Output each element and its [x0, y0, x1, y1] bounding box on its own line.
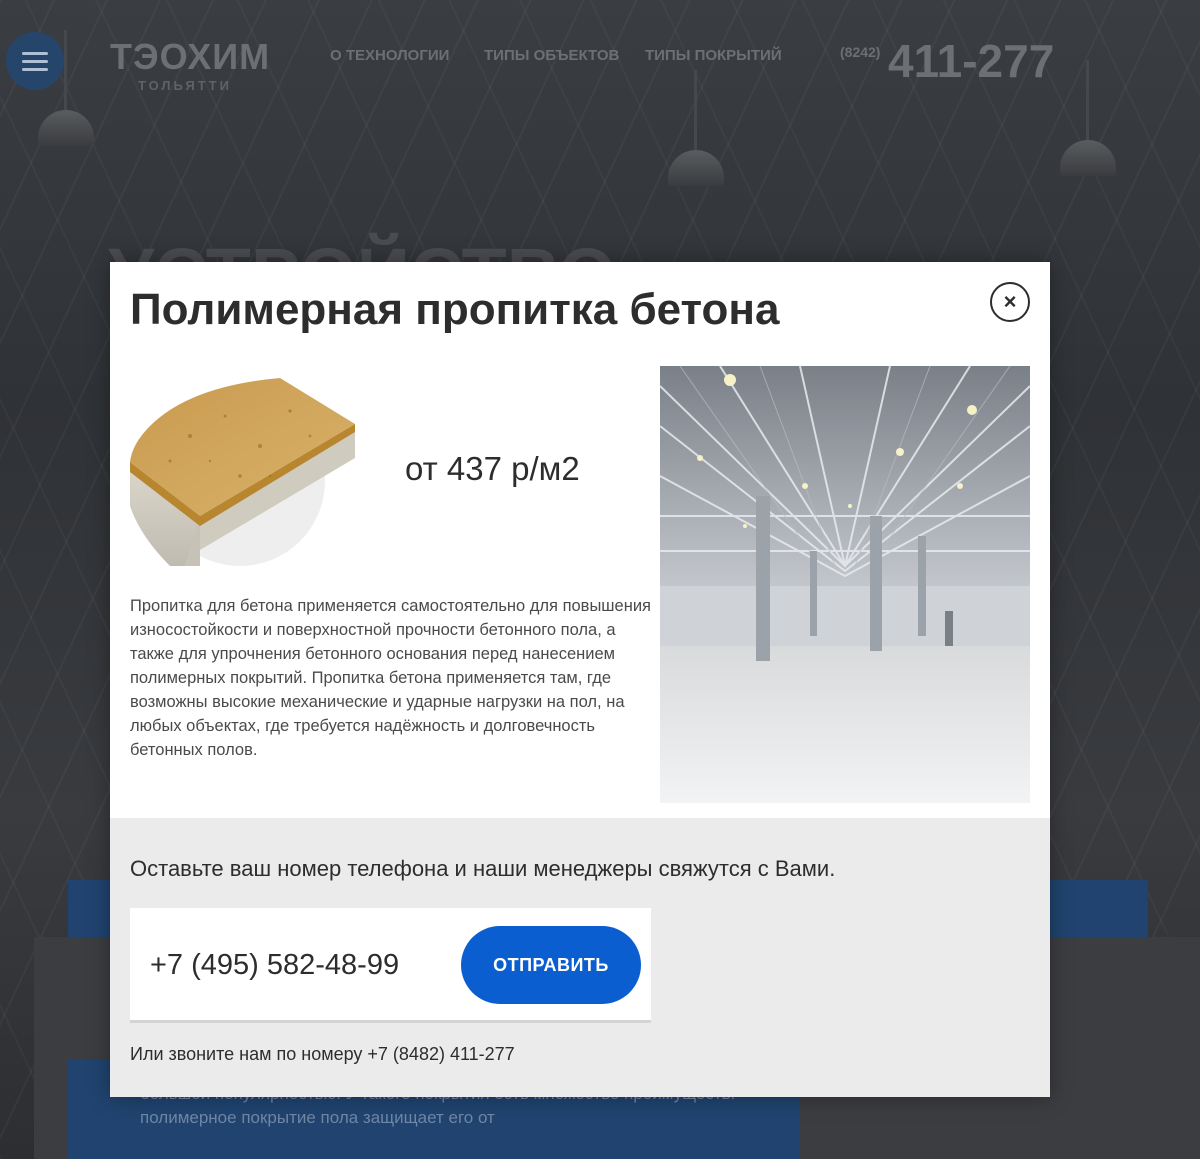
ceiling-lamp: [1060, 60, 1116, 176]
ceiling-lamp: [38, 30, 94, 146]
close-icon: ×: [1003, 289, 1017, 314]
concrete-slab-image: [130, 366, 370, 566]
price-label: от 437 р/м2: [405, 450, 580, 487]
warehouse-photo: [660, 366, 1030, 803]
submit-button[interactable]: ОТПРАВИТЬ: [461, 926, 641, 1004]
header-phone-code: (8242): [840, 44, 881, 60]
phone-input[interactable]: [150, 938, 420, 992]
ceiling-lamp: [668, 70, 724, 186]
nav-item-coating-types[interactable]: ТИПЫ ПОКРЫТИЙ: [645, 47, 782, 64]
form-lead-text: Оставьте ваш номер телефона и наши менед…: [130, 856, 836, 881]
nav-item-object-types[interactable]: ТИПЫ ОБЪЕКТОВ: [484, 47, 619, 64]
logo-city: ТОЛЬЯТТИ: [138, 78, 232, 93]
call-us-text: Или звоните нам по номеру +7 (8482) 411-…: [130, 1044, 515, 1064]
phone-form-box: ОТПРАВИТЬ: [130, 908, 651, 1023]
hamburger-icon: [22, 51, 48, 55]
menu-button[interactable]: [6, 32, 64, 90]
product-description: Пропитка для бетона применяется самостоя…: [130, 597, 651, 759]
callback-form: Оставьте ваш номер телефона и наши менед…: [110, 818, 1050, 1097]
modal-title: Полимерная пропитка бетона: [130, 285, 780, 334]
logo[interactable]: ТЭОХИМ: [110, 36, 270, 78]
nav-item-technology[interactable]: О ТЕХНОЛОГИИ: [330, 47, 449, 64]
product-modal: Полимерная пропитка бетона × от 437 р/м2…: [110, 262, 1050, 1097]
close-button[interactable]: ×: [990, 282, 1030, 322]
header-phone-number[interactable]: 411-277: [888, 36, 1054, 86]
